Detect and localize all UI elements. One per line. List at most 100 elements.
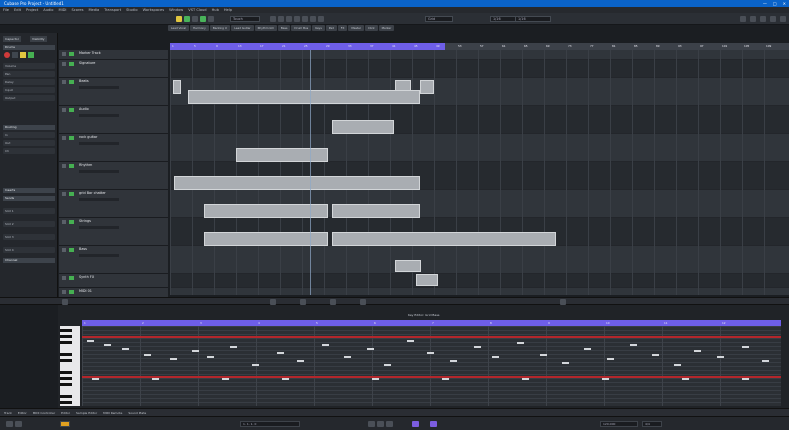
playhead[interactable] (310, 50, 311, 295)
timeline-ruler[interactable]: 1 5 9 13 17 21 25 29 33 37 41 45 49 53 57 61 65 69 73 77 81 8… (170, 43, 789, 50)
range-tool-button[interactable] (192, 16, 198, 22)
preset-button[interactable]: Click (364, 25, 378, 31)
record-button[interactable] (412, 421, 419, 427)
black-key[interactable] (60, 353, 72, 356)
inspector-slot-3[interactable]: Slot 3 (3, 234, 55, 240)
track-header[interactable]: Signature (59, 60, 168, 78)
track-header[interactable]: Rhythm (59, 162, 168, 190)
position-display[interactable]: 1. 1. 1. 0 (240, 421, 300, 427)
tab-inspector[interactable]: Inspector (3, 36, 21, 42)
panel-button[interactable] (750, 16, 756, 22)
inspector-slot-1[interactable]: Slot 1 (3, 208, 55, 214)
track-header[interactable]: grid Bar chatter (59, 190, 168, 218)
track-header[interactable]: Strings (59, 218, 168, 246)
lower-zone-tab[interactable]: MIDI Remote (103, 409, 122, 416)
color-tool-button[interactable] (318, 16, 324, 22)
black-key[interactable] (60, 377, 72, 380)
midi-note[interactable] (652, 354, 659, 356)
midi-note[interactable] (540, 354, 547, 356)
track-lane[interactable] (170, 274, 789, 288)
mute-button[interactable] (69, 220, 74, 224)
mute-button[interactable] (69, 62, 74, 66)
inspector-channel-section[interactable]: Channel (3, 258, 55, 263)
audio-event[interactable] (416, 274, 438, 286)
lower-zone-tab[interactable]: Sound Plate (128, 409, 146, 416)
track-header[interactable]: rock guitar (59, 134, 168, 162)
midi-note[interactable] (322, 344, 329, 346)
lower-zone-tab[interactable]: Editor (61, 409, 70, 416)
split-tool-button[interactable] (208, 16, 214, 22)
tempo-display[interactable]: 120.000 (600, 421, 638, 427)
midi-note[interactable] (427, 352, 434, 354)
monitor-icon[interactable] (12, 52, 18, 58)
preset-button[interactable]: Rhythm Gtr (254, 25, 277, 31)
midi-note[interactable] (742, 378, 749, 380)
black-key[interactable] (60, 383, 72, 386)
comp-tool-button[interactable] (302, 16, 308, 22)
midi-note[interactable] (104, 344, 111, 346)
track-fader[interactable] (79, 114, 119, 117)
midi-note[interactable] (474, 346, 481, 348)
midi-note[interactable] (450, 360, 457, 362)
preset-button[interactable]: Keys (312, 25, 325, 31)
preset-button[interactable]: Lead Vocal (168, 25, 190, 31)
track-fader[interactable] (79, 170, 119, 173)
inspector-delay[interactable]: Delay (3, 79, 55, 85)
inspector-input[interactable]: Input (3, 87, 55, 93)
mute-button[interactable] (69, 290, 74, 294)
minimize-icon[interactable]: — (763, 0, 767, 7)
play-button[interactable] (386, 421, 393, 427)
black-key[interactable] (60, 371, 72, 374)
track-lane[interactable] (170, 50, 789, 60)
black-key[interactable] (60, 341, 72, 344)
rack-button[interactable] (780, 16, 786, 22)
midi-note[interactable] (517, 342, 524, 344)
audio-event[interactable] (332, 232, 556, 246)
track-fader[interactable] (79, 86, 119, 89)
track-header[interactable]: Audio (59, 106, 168, 134)
mute-button[interactable] (69, 164, 74, 168)
track-lane[interactable] (170, 106, 789, 134)
quantize-preset[interactable]: 1/16 (515, 16, 551, 22)
track-fader[interactable] (79, 198, 119, 201)
track-fader[interactable] (79, 254, 119, 257)
lower-zone-tab[interactable]: MIDI Controller (33, 409, 55, 416)
forward-button[interactable] (15, 421, 22, 427)
track-header[interactable]: Marker Track (59, 50, 168, 60)
midi-note[interactable] (674, 364, 681, 366)
midi-note[interactable] (762, 360, 769, 362)
inspector-output[interactable]: Output (3, 95, 55, 101)
erase-tool-button[interactable] (278, 16, 284, 22)
midi-note[interactable] (170, 358, 177, 360)
inspector-routing-in[interactable]: In (3, 132, 55, 138)
midi-note[interactable] (742, 346, 749, 348)
audio-event[interactable] (236, 148, 328, 162)
mute-button[interactable] (69, 108, 74, 112)
black-key[interactable] (60, 335, 72, 338)
inspector-slot-4[interactable]: Slot 4 (3, 247, 55, 253)
inspector-sends-section[interactable]: Sends (3, 196, 55, 201)
track-header[interactable]: Bass (59, 246, 168, 274)
solo-icon[interactable] (20, 52, 26, 58)
inspector-volume[interactable]: Volume (3, 63, 55, 69)
midi-note[interactable] (282, 378, 289, 380)
close-icon[interactable]: ✕ (783, 0, 786, 7)
midi-note[interactable] (384, 364, 391, 366)
stop-button[interactable] (377, 421, 384, 427)
midi-note[interactable] (562, 362, 569, 364)
audio-event[interactable] (395, 260, 421, 272)
glue-tool-button[interactable] (200, 16, 206, 22)
inspector-pan[interactable]: Pan (3, 71, 55, 77)
midi-note[interactable] (602, 378, 609, 380)
mute-button[interactable] (69, 276, 74, 280)
black-key[interactable] (60, 395, 72, 398)
midi-note[interactable] (442, 378, 449, 380)
signature-display[interactable]: 4/4 (642, 421, 662, 427)
layout-button[interactable] (740, 16, 746, 22)
midi-note[interactable] (607, 358, 614, 360)
midi-note[interactable] (367, 348, 374, 350)
track-fader[interactable] (79, 226, 119, 229)
midi-note[interactable] (694, 350, 701, 352)
track-lane[interactable] (170, 60, 789, 78)
metronome-button[interactable] (60, 421, 70, 427)
